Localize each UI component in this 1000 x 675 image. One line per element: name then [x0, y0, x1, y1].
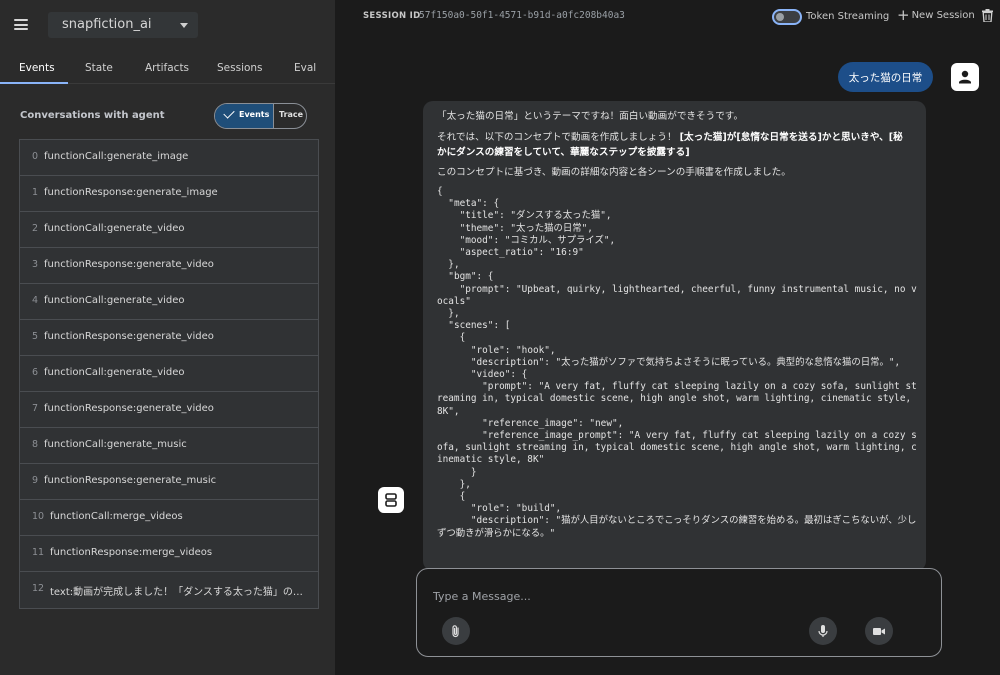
event-row[interactable]: 5 functionResponse:generate_video: [20, 320, 318, 356]
new-session-button[interactable]: + New Session: [897, 6, 975, 24]
concept-bold-b: かにダンスの練習をしていて、華麗なステップを披露する]: [437, 147, 690, 158]
menu-icon[interactable]: [14, 19, 28, 30]
user-message-text: 太った猫の日常: [848, 72, 923, 84]
event-text: functionResponse:generate_video: [44, 403, 214, 414]
user-message-bubble: 太った猫の日常: [838, 62, 933, 92]
event-text: functionResponse:generate_video: [44, 259, 214, 270]
microphone-icon: [818, 625, 828, 637]
event-row[interactable]: 8 functionCall:generate_music: [20, 428, 318, 464]
side-panel-tabs: Events State Artifacts Sessions Eval: [0, 56, 335, 84]
token-streaming-label: Token Streaming: [806, 11, 890, 22]
tab-sessions[interactable]: Sessions: [217, 62, 263, 74]
app-select[interactable]: snapfiction_ai: [48, 12, 198, 38]
bot-message-intro: 「太った猫の日常」というテーマですね！面白い動画ができそうです。: [437, 111, 744, 122]
tab-eval[interactable]: Eval: [294, 62, 316, 74]
event-row[interactable]: 7 functionResponse:generate_video: [20, 392, 318, 428]
event-index: 6: [32, 367, 39, 378]
paperclip-icon: [452, 625, 459, 638]
event-row[interactable]: 3 functionResponse:generate_video: [20, 248, 318, 284]
event-text: functionCall:generate_video: [44, 367, 185, 378]
new-session-label: New Session: [911, 10, 975, 21]
chat-area: SESSION ID 57f150a0-50f1-4571-b91d-a0fc2…: [335, 0, 1000, 675]
concept-prefix: それでは、以下のコンセプトで動画を作成しましょう！: [437, 132, 677, 143]
message-input[interactable]: [433, 587, 913, 605]
conversations-title: Conversations with agent: [20, 110, 165, 121]
event-index: 1: [32, 187, 39, 198]
microphone-button[interactable]: [809, 617, 837, 645]
event-index: 7: [32, 403, 39, 414]
event-text: functionCall:generate_video: [44, 223, 185, 234]
event-text: functionCall:generate_image: [44, 151, 189, 162]
event-text: text:動画が完成しました！「ダンスする太った猫」の動...: [50, 587, 312, 598]
chevron-down-icon: [180, 23, 188, 28]
event-index: 8: [32, 439, 39, 450]
bot-message-bubble: 「太った猫の日常」というテーマですね！面白い動画ができそうです。 それでは、以下…: [423, 101, 926, 571]
event-index: 12: [32, 583, 45, 594]
event-text: functionCall:generate_video: [44, 295, 185, 306]
event-row[interactable]: 11 functionResponse:merge_videos: [20, 536, 318, 572]
tab-state[interactable]: State: [85, 62, 113, 74]
event-text: functionResponse:generate_image: [44, 187, 218, 198]
event-index: 3: [32, 259, 39, 270]
event-row[interactable]: 9 functionResponse:generate_music: [20, 464, 318, 500]
event-index: 10: [32, 511, 45, 522]
event-index: 0: [32, 151, 39, 162]
videocam-icon: [873, 628, 885, 635]
trace-toggle-button[interactable]: Trace: [273, 104, 306, 128]
camera-button[interactable]: [865, 617, 893, 645]
event-text: functionResponse:generate_video: [44, 331, 214, 342]
event-index: 9: [32, 475, 39, 486]
trash-icon[interactable]: [982, 9, 993, 22]
event-row[interactable]: 10 functionCall:merge_videos: [20, 500, 318, 536]
bot-message-code: { "meta": { "title": "ダンスする太った猫", "theme…: [437, 186, 917, 539]
attach-button[interactable]: [442, 617, 470, 645]
person-icon: [951, 63, 979, 91]
event-list: 0 functionCall:generate_image 1 functionRe…: [19, 139, 319, 609]
event-index: 4: [32, 295, 39, 306]
tab-events[interactable]: Events: [19, 62, 55, 74]
event-text: functionResponse:generate_music: [44, 475, 217, 486]
event-row[interactable]: 1 functionResponse:generate_image: [20, 176, 318, 212]
event-text: functionCall:merge_videos: [50, 511, 183, 522]
event-index: 2: [32, 223, 39, 234]
event-row[interactable]: 2 functionCall:generate_video: [20, 212, 318, 248]
event-text: functionCall:generate_music: [44, 439, 187, 450]
bot-message-note: このコンセプトに基づき、動画の詳細な内容と各シーンの手順書を作成しました。: [437, 167, 791, 178]
bot-message-concept: それでは、以下のコンセプトで動画を作成しましょう！ [太った猫]が[怠惰な日常を…: [437, 130, 915, 160]
events-toggle-label: Events: [239, 110, 270, 119]
event-index: 11: [32, 547, 45, 558]
session-id-label: SESSION ID: [363, 11, 421, 21]
message-composer: [416, 568, 942, 657]
concept-bold-a: [太った猫]が[怠惰な日常を送る]かと思いきや、[秘: [679, 132, 903, 143]
events-trace-toggle: Events Trace: [214, 103, 307, 129]
robot-icon: [378, 487, 404, 513]
event-row[interactable]: 12 text:動画が完成しました！「ダンスする太った猫」の動...: [20, 572, 318, 608]
event-row[interactable]: 0 functionCall:generate_image: [20, 140, 318, 176]
plus-icon: +: [897, 6, 910, 24]
trace-toggle-label: Trace: [279, 110, 304, 119]
side-panel: snapfiction_ai Events State Artifacts Se…: [0, 0, 335, 675]
tab-artifacts[interactable]: Artifacts: [145, 62, 189, 74]
active-tab-indicator: [0, 82, 68, 84]
check-icon: [223, 107, 235, 119]
event-text: functionResponse:merge_videos: [50, 547, 213, 558]
session-id-value: 57f150a0-50f1-4571-b91d-a0fc208b40a3: [419, 10, 625, 21]
side-panel-header: snapfiction_ai: [0, 0, 335, 52]
app-select-value: snapfiction_ai: [62, 17, 152, 32]
events-toggle-button[interactable]: Events: [215, 104, 273, 128]
event-index: 5: [32, 331, 39, 342]
token-streaming-toggle[interactable]: [772, 9, 802, 25]
event-row[interactable]: 6 functionCall:generate_video: [20, 356, 318, 392]
event-row[interactable]: 4 functionCall:generate_video: [20, 284, 318, 320]
